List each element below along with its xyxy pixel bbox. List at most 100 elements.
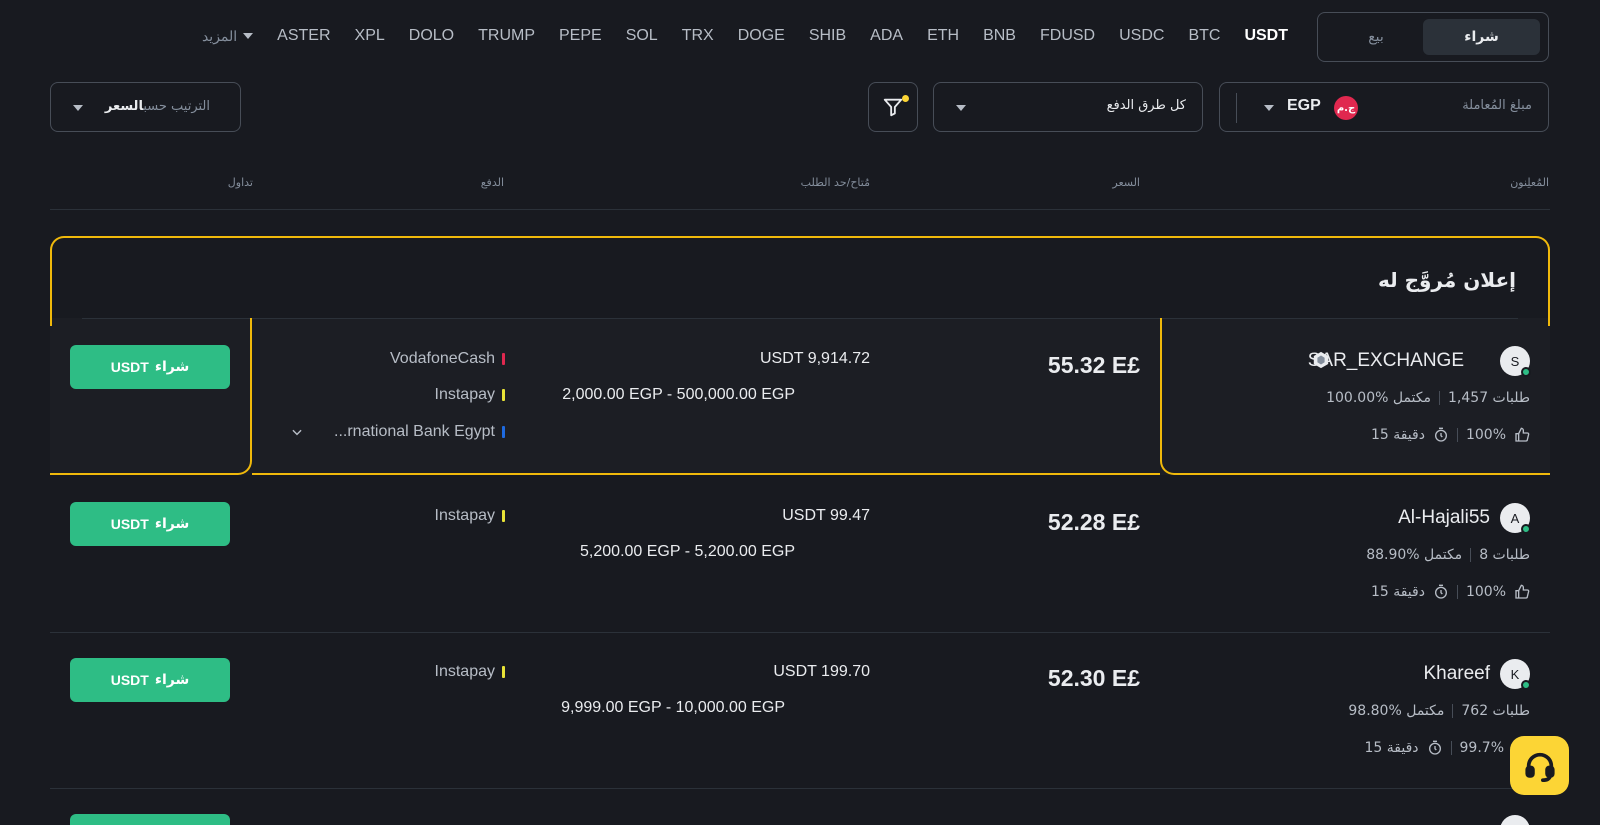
transaction-amount-field[interactable]: مبلغ المُعاملة ج.م EGP [1219,82,1549,132]
filter-button[interactable] [868,82,918,132]
advertiser-rating-time: 100% 15 دقيقة [1371,427,1530,443]
available-amount: USDT 199.70 [773,663,870,680]
header-divider [50,209,1550,210]
promoted-ad-frame [50,236,1550,326]
online-status-dot [1521,367,1531,377]
coin-tab-xpl[interactable]: XPL [355,27,385,45]
avatar[interactable]: A [1500,503,1531,534]
more-coins-dropdown[interactable]: المزيد [201,27,254,45]
amount-placeholder: مبلغ المُعاملة [1462,98,1532,113]
coin-tabs: USDT BTC USDC FDUSD BNB ETH ADA SHIB DOG… [202,27,1288,45]
button-coin: USDT [110,359,149,375]
buy-tab[interactable]: شراء [1423,19,1540,55]
payment-color-bar [502,353,505,365]
sort-select[interactable]: الترتيب حسبالسعر [50,82,241,132]
buy-usdt-button-partial[interactable] [70,814,230,825]
avatar-initial: A [1510,510,1520,526]
button-action: شراء [154,516,190,532]
buy-usdt-button[interactable]: USDT شراء [70,658,230,702]
payment-method-vodafonecash: VodafoneCash [390,350,505,368]
price-value: 55.32 [1047,352,1106,378]
avatar-initial: S [1510,353,1520,369]
divider [1450,741,1452,755]
coin-tab-doge[interactable]: DOGE [738,27,785,45]
coin-tab-sol[interactable]: SOL [626,27,658,45]
avatar-partial[interactable] [1500,815,1530,825]
currency-symbol: E£ [1111,509,1140,535]
chevron-down-icon[interactable] [290,425,304,439]
currency-symbol: E£ [1111,665,1140,691]
advertiser-rating-time: 100% 15 دقيقة [1371,584,1530,600]
chevron-down-icon [1264,105,1274,111]
button-action: شراء [154,672,190,688]
payment-method-select[interactable]: كل طرق الدفع [933,82,1203,132]
currency-select[interactable]: EGP [1287,97,1321,115]
payment-method-instapay: Instapay [435,507,505,525]
chevron-down-icon [243,33,254,39]
coin-tab-bnb[interactable]: BNB [983,27,1016,45]
advertiser-name[interactable]: Al-Hajali55 [1398,507,1490,529]
divider [1452,704,1454,718]
coin-tab-fdusd[interactable]: FDUSD [1040,27,1095,45]
chevron-down-icon [956,105,966,111]
divider [1439,391,1441,405]
ad-price: 55.32 E£ [1048,352,1140,379]
online-status-dot [1521,524,1531,534]
coin-tab-ada[interactable]: ADA [870,27,903,45]
support-chat-button[interactable] [1510,736,1569,795]
buy-usdt-button[interactable]: USDT شراء [70,345,230,389]
payment-time: 15 دقيقة [1370,427,1425,443]
advertiser-name[interactable]: SAR_EXCHANGE [1308,350,1464,372]
promoted-frame-left [50,318,252,475]
chevron-down-icon [73,105,83,111]
payment-color-bar [502,510,505,522]
ad-price: 52.30 E£ [1048,665,1140,692]
divider [1456,428,1458,442]
avatar[interactable]: K [1500,659,1531,690]
coin-tab-trx[interactable]: TRX [682,27,714,45]
advertiser-stats: 8 طلبات 88.90% مكتمل [1366,547,1530,563]
divider [1470,548,1472,562]
coin-tab-dolo[interactable]: DOLO [409,27,454,45]
payment-name: VodafoneCash [390,350,495,367]
timer-icon [1434,427,1447,442]
positive-rating: 99.7% [1459,740,1504,756]
orders-count: 8 طلبات [1479,547,1530,563]
payment-name: ...rnational Bank Egypt [334,423,495,440]
timer-icon [1428,740,1441,755]
payment-name: Instapay [434,663,495,680]
orders-count: 1,457 طلبات [1448,390,1530,406]
coin-tab-usdc[interactable]: USDC [1119,27,1164,45]
price-value: 52.30 [1047,665,1106,691]
advertiser-name[interactable]: Khareef [1423,663,1490,685]
ad-price: 52.28 E£ [1048,509,1140,536]
headset-icon [1524,752,1555,782]
buy-sell-toggle: شراء بيع [1317,12,1549,62]
header-price: السعر [1112,176,1140,189]
buy-usdt-button[interactable]: USDT شراء [70,502,230,546]
payment-time: 15 دقيقة [1364,740,1419,756]
payment-name: Instapay [434,386,495,403]
button-coin: USDT [110,672,149,688]
filter-icon [883,98,903,117]
coin-tab-eth[interactable]: ETH [927,27,959,45]
button-action: شراء [154,359,190,375]
payment-time: 15 دقيقة [1370,584,1425,600]
coin-tab-btc[interactable]: BTC [1188,27,1220,45]
more-label: المزيد [201,27,238,44]
divider [1456,585,1458,599]
advertiser-stats: 762 طلبات 98.80% مكتمل [1348,703,1530,719]
header-trade: تداول [227,176,253,189]
coin-tab-trump[interactable]: TRUMP [478,27,535,45]
avatar[interactable]: S [1500,346,1531,377]
button-coin: USDT [110,516,149,532]
coin-tab-pepe[interactable]: PEPE [559,27,602,45]
coin-tab-aster[interactable]: ASTER [277,27,330,45]
coin-tab-usdt[interactable]: USDT [1244,27,1288,45]
payment-method-bank: ...rnational Bank Egypt [334,423,505,441]
promoted-frame-bottom [252,473,1160,475]
sell-tab[interactable]: بيع [1326,19,1426,55]
sort-prefix: الترتيب حسب [143,99,210,114]
avatar-initial: K [1510,666,1520,682]
coin-tab-shib[interactable]: SHIB [809,27,846,45]
